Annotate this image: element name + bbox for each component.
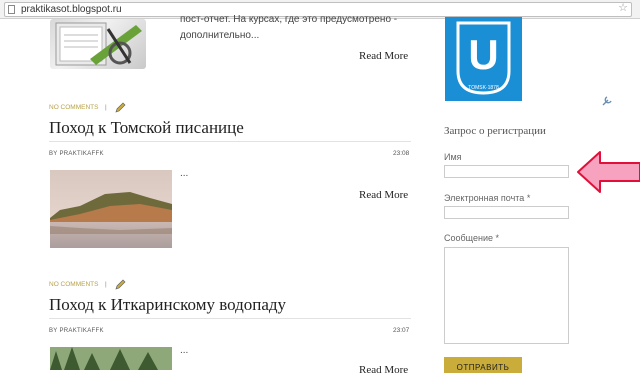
email-field[interactable] — [444, 206, 569, 219]
post-excerpt: дополнительно... — [180, 30, 260, 41]
post-excerpt: пост-отчет. На курсах, где это предусмот… — [180, 14, 398, 25]
submit-button[interactable]: ОТПРАВИТЬ — [444, 357, 522, 373]
star-icon[interactable]: ☆ — [618, 2, 628, 15]
separator: | — [105, 104, 107, 111]
no-comments-link[interactable]: NO COMMENTS — [49, 104, 98, 111]
pencil-icon[interactable] — [114, 101, 126, 119]
form-title: Запрос о регистрации — [444, 125, 546, 137]
message-label: Сообщение * — [444, 233, 499, 243]
stationery-image — [55, 22, 142, 66]
university-logo[interactable]: U TOMSK·1878 — [445, 17, 522, 101]
post-time: 23:07 — [393, 327, 410, 334]
url-text[interactable]: praktikasot.blogspot.ru — [21, 3, 122, 16]
post-author[interactable]: BY PRAKTIKAFFK — [49, 328, 104, 334]
post-excerpt: ... — [180, 345, 189, 356]
divider — [49, 318, 411, 319]
post-author[interactable]: BY PRAKTIKAFFK — [49, 151, 104, 157]
post-title[interactable]: Поход к Иткаринскому водопаду — [49, 295, 286, 315]
logo-letter: U — [468, 31, 498, 78]
arrow-annotation — [576, 150, 640, 194]
post-thumbnail[interactable] — [50, 19, 146, 69]
name-field[interactable] — [444, 165, 569, 178]
post-thumbnail[interactable] — [50, 347, 172, 370]
page-icon — [8, 5, 15, 14]
post-thumbnail[interactable] — [50, 170, 172, 248]
separator: | — [105, 281, 107, 288]
wrench-icon[interactable] — [602, 93, 613, 111]
read-more-link[interactable]: Read More — [359, 189, 408, 201]
name-label: Имя — [444, 152, 462, 162]
read-more-link[interactable]: Read More — [359, 50, 408, 62]
forest-image — [50, 347, 172, 370]
no-comments-link[interactable]: NO COMMENTS — [49, 281, 98, 288]
logo-caption: TOMSK·1878 — [468, 85, 499, 91]
post-time: 23:08 — [393, 150, 410, 157]
read-more-link[interactable]: Read More — [359, 364, 408, 376]
message-textarea[interactable] — [444, 247, 569, 344]
divider — [49, 141, 411, 142]
post-title[interactable]: Поход к Томской писанице — [49, 118, 244, 138]
pencil-icon[interactable] — [114, 278, 126, 296]
landscape-image — [50, 170, 172, 248]
email-label: Электронная почта * — [444, 193, 531, 203]
post-excerpt: ... — [180, 168, 189, 179]
tsu-emblem: U TOMSK·1878 — [456, 21, 511, 95]
